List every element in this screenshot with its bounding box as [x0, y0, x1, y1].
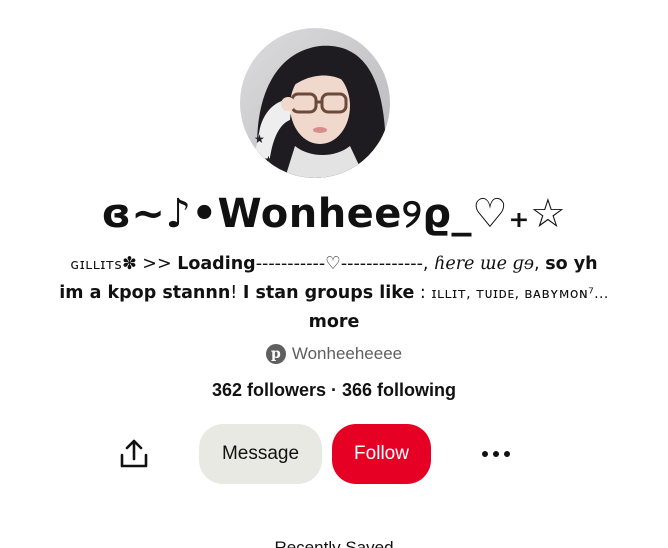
svg-text:★: ★	[254, 132, 265, 146]
bio-text: ɦere ɯe ɡɘ	[428, 254, 535, 274]
avatar-photo: ★ ★ ★	[240, 28, 390, 178]
stats-separator: ·	[326, 380, 343, 400]
bio-text: I stan groups like	[242, 283, 415, 303]
more-options-button[interactable]	[474, 434, 518, 474]
profile-bio: ɢɪʟʟɪᴛs✽ >> Loading-----------♡---------…	[20, 250, 648, 336]
flower-icon: ✽	[122, 254, 137, 274]
pinterest-icon: p	[265, 344, 286, 364]
bio-text: ,	[534, 254, 546, 274]
bio-text: -----------♡-------------,	[255, 254, 429, 274]
avatar[interactable]: ★ ★ ★	[240, 28, 390, 178]
username-row[interactable]: p Wonheeheeee	[0, 340, 668, 368]
bio-line-1: ɢɪʟʟɪᴛs✽ >> Loading-----------♡---------…	[20, 250, 648, 279]
share-button[interactable]	[114, 434, 154, 474]
follow-stats: 362 followers · 366 following	[0, 377, 668, 403]
section-heading-partial: Recently Saved	[274, 538, 394, 548]
message-button[interactable]: Message	[199, 424, 322, 484]
username: Wonheeheeee	[291, 344, 403, 363]
following-count[interactable]: 366 following	[342, 380, 456, 400]
follow-button[interactable]: Follow	[332, 424, 431, 484]
bio-more-link[interactable]: more	[309, 312, 360, 332]
display-name: ɞ~♪•Wonhee୨ϱ_♡₊☆	[101, 191, 567, 237]
bio-text: Loading	[177, 254, 256, 274]
bio-text: !	[230, 283, 243, 303]
bio-text: :	[414, 283, 432, 303]
more-options-icon	[482, 451, 488, 457]
bio-text: >>	[136, 254, 178, 274]
share-icon	[120, 439, 148, 468]
svg-text:★: ★	[264, 155, 273, 166]
svg-text:★: ★	[248, 160, 256, 170]
bio-text: so yh	[545, 254, 598, 274]
bio-text: ɪʟʟɪᴛ, ᴛᴜɪᴅᴇ, ʙᴀʙʏᴍᴏɴ⁷...	[431, 286, 609, 302]
more-options-icon	[493, 451, 499, 457]
bio-text: im a kpop stannn	[59, 283, 231, 303]
bio-line-3: more	[20, 308, 648, 336]
profile-page: ★ ★ ★ ɞ~♪•Wonhee୨ϱ_♡₊☆ ɢɪʟʟɪᴛs✽ >> Loadi…	[0, 0, 668, 548]
bio-line-2: im a kpop stannn! I stan groups like : ɪ…	[20, 279, 648, 308]
followers-count[interactable]: 362 followers	[212, 380, 326, 400]
more-options-icon	[504, 451, 510, 457]
bio-text: ɢɪʟʟɪᴛs	[70, 257, 123, 273]
